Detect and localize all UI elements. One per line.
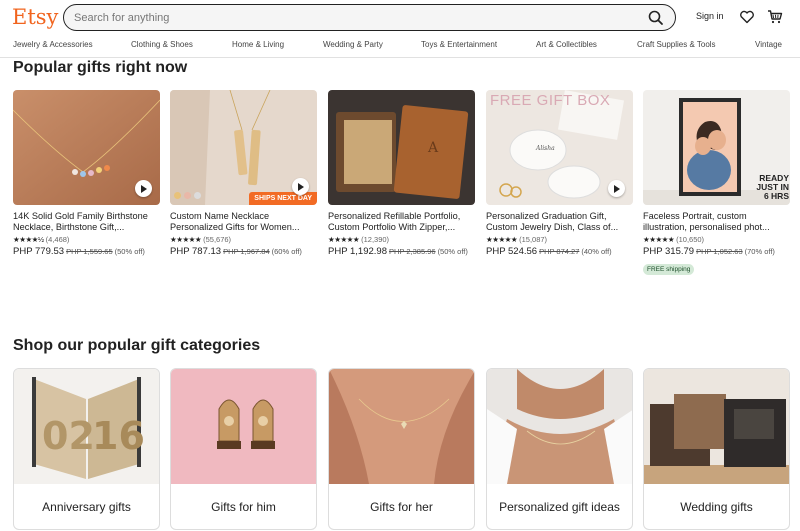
search-icon[interactable] <box>647 9 665 27</box>
review-count: (55,676) <box>203 235 232 244</box>
category-nav: Jewelry & Accessories Clothing & Shoes H… <box>0 40 800 54</box>
etsy-logo[interactable]: Etsy <box>12 5 58 29</box>
category-image <box>329 369 474 484</box>
product-title[interactable]: Personalized Refillable Portfolio, Custo… <box>328 211 475 233</box>
category-card-her[interactable]: Gifts for her <box>328 368 475 530</box>
review-count: (10,650) <box>676 235 705 244</box>
play-video-icon[interactable] <box>608 180 625 197</box>
rating: ★★★★½ (4,468) <box>13 235 160 245</box>
sale-price: PHP 315.79 <box>643 246 695 257</box>
favorites-heart-icon[interactable] <box>739 9 755 25</box>
original-price: PHP 874.27 <box>539 247 580 256</box>
search-bar[interactable] <box>63 4 676 31</box>
category-card-him[interactable]: Gifts for him <box>170 368 317 530</box>
product-title[interactable]: Custom Name Necklace Personalized Gifts … <box>170 211 317 233</box>
star-rating: ★★★★★ <box>170 235 202 244</box>
product-card[interactable]: Alisha FREE GIFT BOX Personalized Gradua… <box>486 90 633 258</box>
product-title[interactable]: 14K Solid Gold Family Birthstone Necklac… <box>13 211 160 233</box>
category-home[interactable]: Home & Living <box>232 40 284 49</box>
product-card[interactable]: A Personalized Refillable Portfolio, Cus… <box>328 90 475 258</box>
swatch-silver[interactable] <box>194 192 201 199</box>
price-row: PHP 787.13 PHP 1,967.84 (60% off) <box>170 246 317 258</box>
cart-icon[interactable] <box>767 9 783 25</box>
sale-price: PHP 779.53 <box>13 246 65 257</box>
category-art[interactable]: Art & Collectibles <box>536 40 597 49</box>
rating: ★★★★★ (55,676) <box>170 235 317 245</box>
product-image[interactable] <box>13 90 160 205</box>
svg-text:02: 02 <box>42 414 95 458</box>
product-image[interactable]: Alisha FREE GIFT BOX <box>486 90 633 205</box>
category-card-personalized[interactable]: Personalized gift ideas <box>486 368 633 530</box>
review-count: (4,468) <box>45 235 70 244</box>
svg-text:Alisha: Alisha <box>535 145 555 152</box>
original-price: PHP 1,967.84 <box>223 247 270 256</box>
ready-6hrs-text: READY JUST IN 6 HRS <box>756 173 789 201</box>
price-row: PHP 315.79 PHP 1,052.63 (70% off) <box>643 246 790 258</box>
category-craft[interactable]: Craft Supplies & Tools <box>637 40 716 49</box>
review-count: (12,390) <box>361 235 390 244</box>
category-card-wedding[interactable]: Wedding gifts <box>643 368 790 530</box>
category-image <box>487 369 632 484</box>
play-video-icon[interactable] <box>135 180 152 197</box>
sale-price: PHP 787.13 <box>170 246 222 257</box>
category-label: Anniversary gifts <box>42 500 131 514</box>
category-image <box>171 369 316 484</box>
category-label: Wedding gifts <box>680 500 753 514</box>
swatch-rose[interactable] <box>184 192 191 199</box>
site-header: Etsy Sign in Jewelry & Accessories Cloth… <box>0 0 800 58</box>
original-price: PHP 2,385.96 <box>388 247 436 256</box>
swatch-gold[interactable] <box>174 192 181 199</box>
star-rating: ★★★★★ <box>486 235 518 244</box>
product-card[interactable]: SHIPS NEXT DAY Custom Name Necklace Pers… <box>170 90 317 258</box>
rating: ★★★★★ (12,390) <box>328 235 475 245</box>
star-rating: ★★★★★ <box>328 235 360 244</box>
price-row: PHP 1,192.98 PHP 2,385.96 (50% off) <box>328 246 475 258</box>
svg-text:A: A <box>427 140 439 156</box>
category-image <box>644 369 789 484</box>
search-input[interactable] <box>74 9 634 26</box>
rating: ★★★★★ (10,650) <box>643 235 790 245</box>
product-image[interactable]: A <box>328 90 475 205</box>
product-image[interactable]: SHIPS NEXT DAY <box>170 90 317 205</box>
category-label: Gifts for him <box>211 500 276 514</box>
category-label: Gifts for her <box>370 500 433 514</box>
star-rating: ★★★★½ <box>13 235 44 244</box>
price-row: PHP 779.53 PHP 1,559.65 (50% off) <box>13 246 160 258</box>
svg-text:16: 16 <box>92 414 145 458</box>
product-card[interactable]: READY JUST IN 6 HRS Faceless Portrait, c… <box>643 90 790 276</box>
color-swatches <box>174 192 201 199</box>
sale-price: PHP 1,192.98 <box>328 246 387 257</box>
sale-price: PHP 524.56 <box>486 246 538 257</box>
free-gift-box-text: FREE GIFT BOX <box>490 92 611 109</box>
category-vintage[interactable]: Vintage <box>755 40 782 49</box>
product-image[interactable]: READY JUST IN 6 HRS <box>643 90 790 205</box>
price-row: PHP 524.56 PHP 874.27 (40% off) <box>486 246 633 258</box>
discount: (70% off) <box>744 247 775 256</box>
ships-next-day-badge: SHIPS NEXT DAY <box>249 192 317 205</box>
rating: ★★★★★ (15,087) <box>486 235 633 245</box>
gift-categories-title: Shop our popular gift categories <box>13 337 261 354</box>
play-video-icon[interactable] <box>292 178 309 195</box>
category-toys[interactable]: Toys & Entertainment <box>421 40 497 49</box>
discount: (50% off) <box>437 247 468 256</box>
discount: (50% off) <box>114 247 145 256</box>
category-label: Personalized gift ideas <box>499 500 620 514</box>
popular-gifts-title: Popular gifts right now <box>13 59 188 76</box>
original-price: PHP 1,559.65 <box>66 247 113 256</box>
product-title[interactable]: Faceless Portrait, custom illustration, … <box>643 211 790 233</box>
category-clothing[interactable]: Clothing & Shoes <box>131 40 193 49</box>
product-title[interactable]: Personalized Graduation Gift, Custom Jew… <box>486 211 633 233</box>
category-image: 02 16 <box>14 369 159 484</box>
free-shipping-badge: FREE shipping <box>643 264 695 275</box>
product-card[interactable]: 14K Solid Gold Family Birthstone Necklac… <box>13 90 160 258</box>
sign-in-link[interactable]: Sign in <box>696 11 724 21</box>
original-price: PHP 1,052.63 <box>696 247 743 256</box>
category-jewelry[interactable]: Jewelry & Accessories <box>13 40 93 49</box>
star-rating: ★★★★★ <box>643 235 675 244</box>
discount: (40% off) <box>581 247 612 256</box>
category-card-anniversary[interactable]: 02 16 Anniversary gifts <box>13 368 160 530</box>
discount: (60% off) <box>271 247 302 256</box>
category-wedding[interactable]: Wedding & Party <box>323 40 383 49</box>
review-count: (15,087) <box>519 235 548 244</box>
